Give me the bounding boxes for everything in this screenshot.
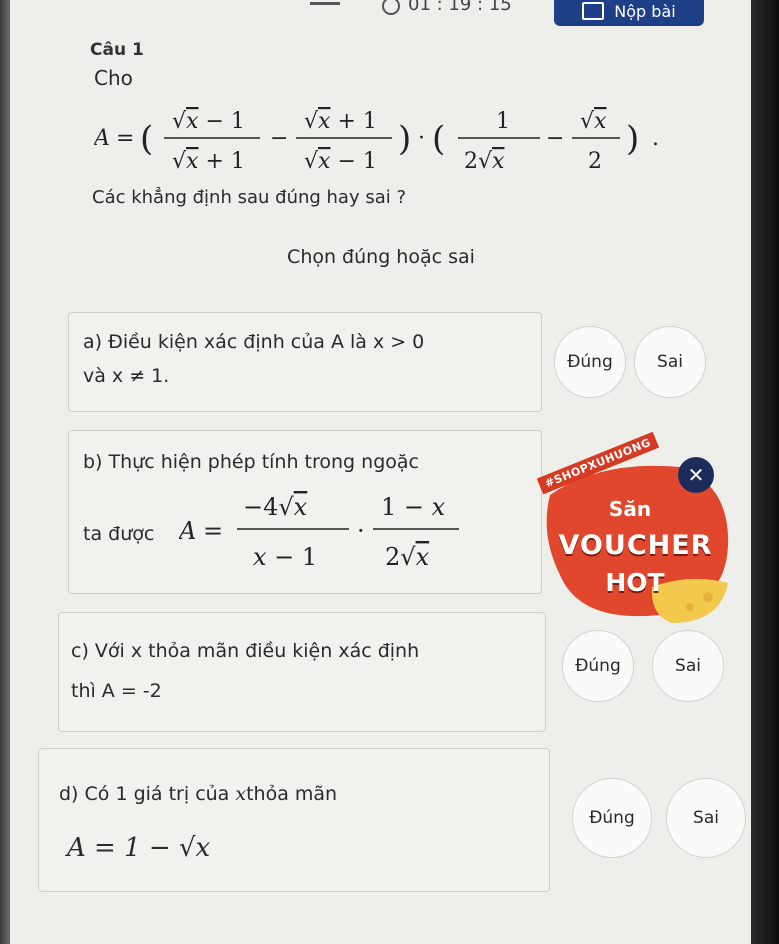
submit-icon bbox=[582, 2, 605, 20]
countdown-timer: 01 : 19 : 15 bbox=[408, 0, 512, 15]
question-intro: Cho bbox=[94, 66, 133, 90]
svg-text:=: = bbox=[203, 517, 223, 545]
option-d-true-label: Đúng bbox=[589, 808, 635, 828]
option-a-false-button[interactable]: Sai bbox=[634, 326, 706, 398]
option-d-true-button[interactable]: Đúng bbox=[572, 778, 652, 858]
option-c-false-button[interactable]: Sai bbox=[652, 630, 724, 702]
instruction-text: Chọn đúng hoặc sai bbox=[287, 246, 475, 268]
svg-text:2√x: 2√x bbox=[385, 543, 430, 571]
option-d-line1-suffix: thỏa mãn bbox=[246, 783, 338, 805]
svg-text:·: · bbox=[418, 126, 425, 151]
option-c-card: c) Với x thỏa mãn điều kiện xác định thì… bbox=[58, 612, 546, 732]
ad-line2: VOUCHER bbox=[558, 530, 713, 561]
svg-text:−: − bbox=[546, 126, 564, 151]
svg-text:√x − 1: √x − 1 bbox=[172, 109, 245, 134]
option-c-line1: Với x thỏa mãn điều kiện xác định bbox=[94, 640, 420, 662]
option-d-formula: A = 1 − √x bbox=[67, 833, 211, 863]
svg-text:√x − 1: √x − 1 bbox=[304, 149, 377, 174]
question-title: Câu 1 bbox=[90, 40, 144, 60]
menu-icon[interactable] bbox=[310, 2, 340, 5]
device-bezel-right bbox=[751, 0, 779, 944]
option-b-prefix: ta được bbox=[83, 523, 155, 545]
submit-label: Nộp bài bbox=[614, 1, 676, 21]
option-a-label: a) bbox=[83, 331, 103, 353]
option-b-label: b) bbox=[83, 451, 103, 473]
option-b-line1: Thực hiện phép tính trong ngoặc bbox=[108, 451, 419, 473]
option-a-false-label: Sai bbox=[657, 352, 683, 372]
svg-text:−4√x: −4√x bbox=[243, 493, 308, 521]
option-a-line2: và x ≠ 1. bbox=[83, 365, 170, 387]
svg-text:√x: √x bbox=[580, 109, 607, 134]
option-d-false-label: Sai bbox=[693, 808, 719, 828]
svg-text:−: − bbox=[270, 126, 288, 151]
option-b-text: b) Thực hiện phép tính trong ngoặc bbox=[83, 445, 419, 479]
option-d-variable: x bbox=[235, 783, 247, 805]
option-c-text: c) Với x thỏa mãn điều kiện xác định thì… bbox=[71, 631, 419, 711]
option-b-formula: A = −4√x x − 1 · 1 − x 2√x bbox=[179, 493, 459, 571]
option-d-card: d) Có 1 giá trị của xthỏa mãn A = 1 − √x bbox=[38, 748, 550, 892]
option-c-false-label: Sai bbox=[675, 656, 701, 676]
svg-text:1 − x: 1 − x bbox=[381, 493, 446, 521]
svg-text:(: ( bbox=[140, 119, 153, 159]
svg-text:): ) bbox=[398, 119, 411, 159]
option-a-card: a) Điều kiện xác định của A là x > 0 và … bbox=[68, 312, 542, 412]
option-b-formula-lhs: A bbox=[179, 517, 196, 545]
svg-text:2: 2 bbox=[588, 149, 602, 174]
svg-text:2√x: 2√x bbox=[464, 149, 505, 174]
formula-lhs: A bbox=[94, 126, 110, 151]
option-a-line1: Điều kiện xác định của A là x > 0 bbox=[108, 331, 425, 353]
option-d-text: d) Có 1 giá trị của xthỏa mãn bbox=[59, 777, 337, 811]
submit-button[interactable]: Nộp bài bbox=[554, 0, 704, 26]
option-a-true-label: Đúng bbox=[567, 352, 613, 372]
option-c-true-label: Đúng bbox=[575, 656, 621, 676]
svg-text:(: ( bbox=[432, 119, 445, 159]
svg-text:): ) bbox=[626, 119, 639, 159]
question-statement: Các khẳng định sau đúng hay sai ? bbox=[92, 187, 407, 208]
status-bar: 01 : 19 : 15 Nộp bài bbox=[10, 0, 752, 26]
option-d-label: d) bbox=[59, 783, 79, 805]
clock-icon bbox=[382, 0, 400, 15]
main-formula: A = ( √x − 1 √x + 1 − √x + 1 √x − 1 ) · … bbox=[94, 109, 659, 174]
svg-text:·: · bbox=[357, 517, 365, 545]
svg-text:√x + 1: √x + 1 bbox=[172, 149, 245, 174]
option-d-line1-prefix: Có 1 giá trị của bbox=[84, 783, 230, 805]
svg-text:=: = bbox=[116, 126, 134, 151]
svg-text:√x + 1: √x + 1 bbox=[304, 109, 377, 134]
option-b-card: b) Thực hiện phép tính trong ngoặc ta đư… bbox=[68, 430, 542, 594]
svg-text:x − 1: x − 1 bbox=[253, 543, 317, 571]
option-c-line2: thì A = -2 bbox=[71, 680, 162, 702]
option-a-text: a) Điều kiện xác định của A là x > 0 và … bbox=[83, 325, 424, 393]
option-a-true-button[interactable]: Đúng bbox=[554, 326, 626, 398]
close-icon[interactable]: ✕ bbox=[678, 457, 714, 493]
option-d-false-button[interactable]: Sai bbox=[666, 778, 746, 858]
ad-line3: HOT bbox=[605, 568, 665, 597]
option-c-true-button[interactable]: Đúng bbox=[562, 630, 634, 702]
option-c-label: c) bbox=[71, 640, 89, 662]
svg-text:1: 1 bbox=[496, 109, 510, 134]
svg-text:.: . bbox=[652, 126, 659, 151]
ad-line1: Săn bbox=[608, 497, 652, 521]
quiz-screen: 01 : 19 : 15 Nộp bài Câu 1 Cho A = ( √x … bbox=[10, 0, 752, 944]
